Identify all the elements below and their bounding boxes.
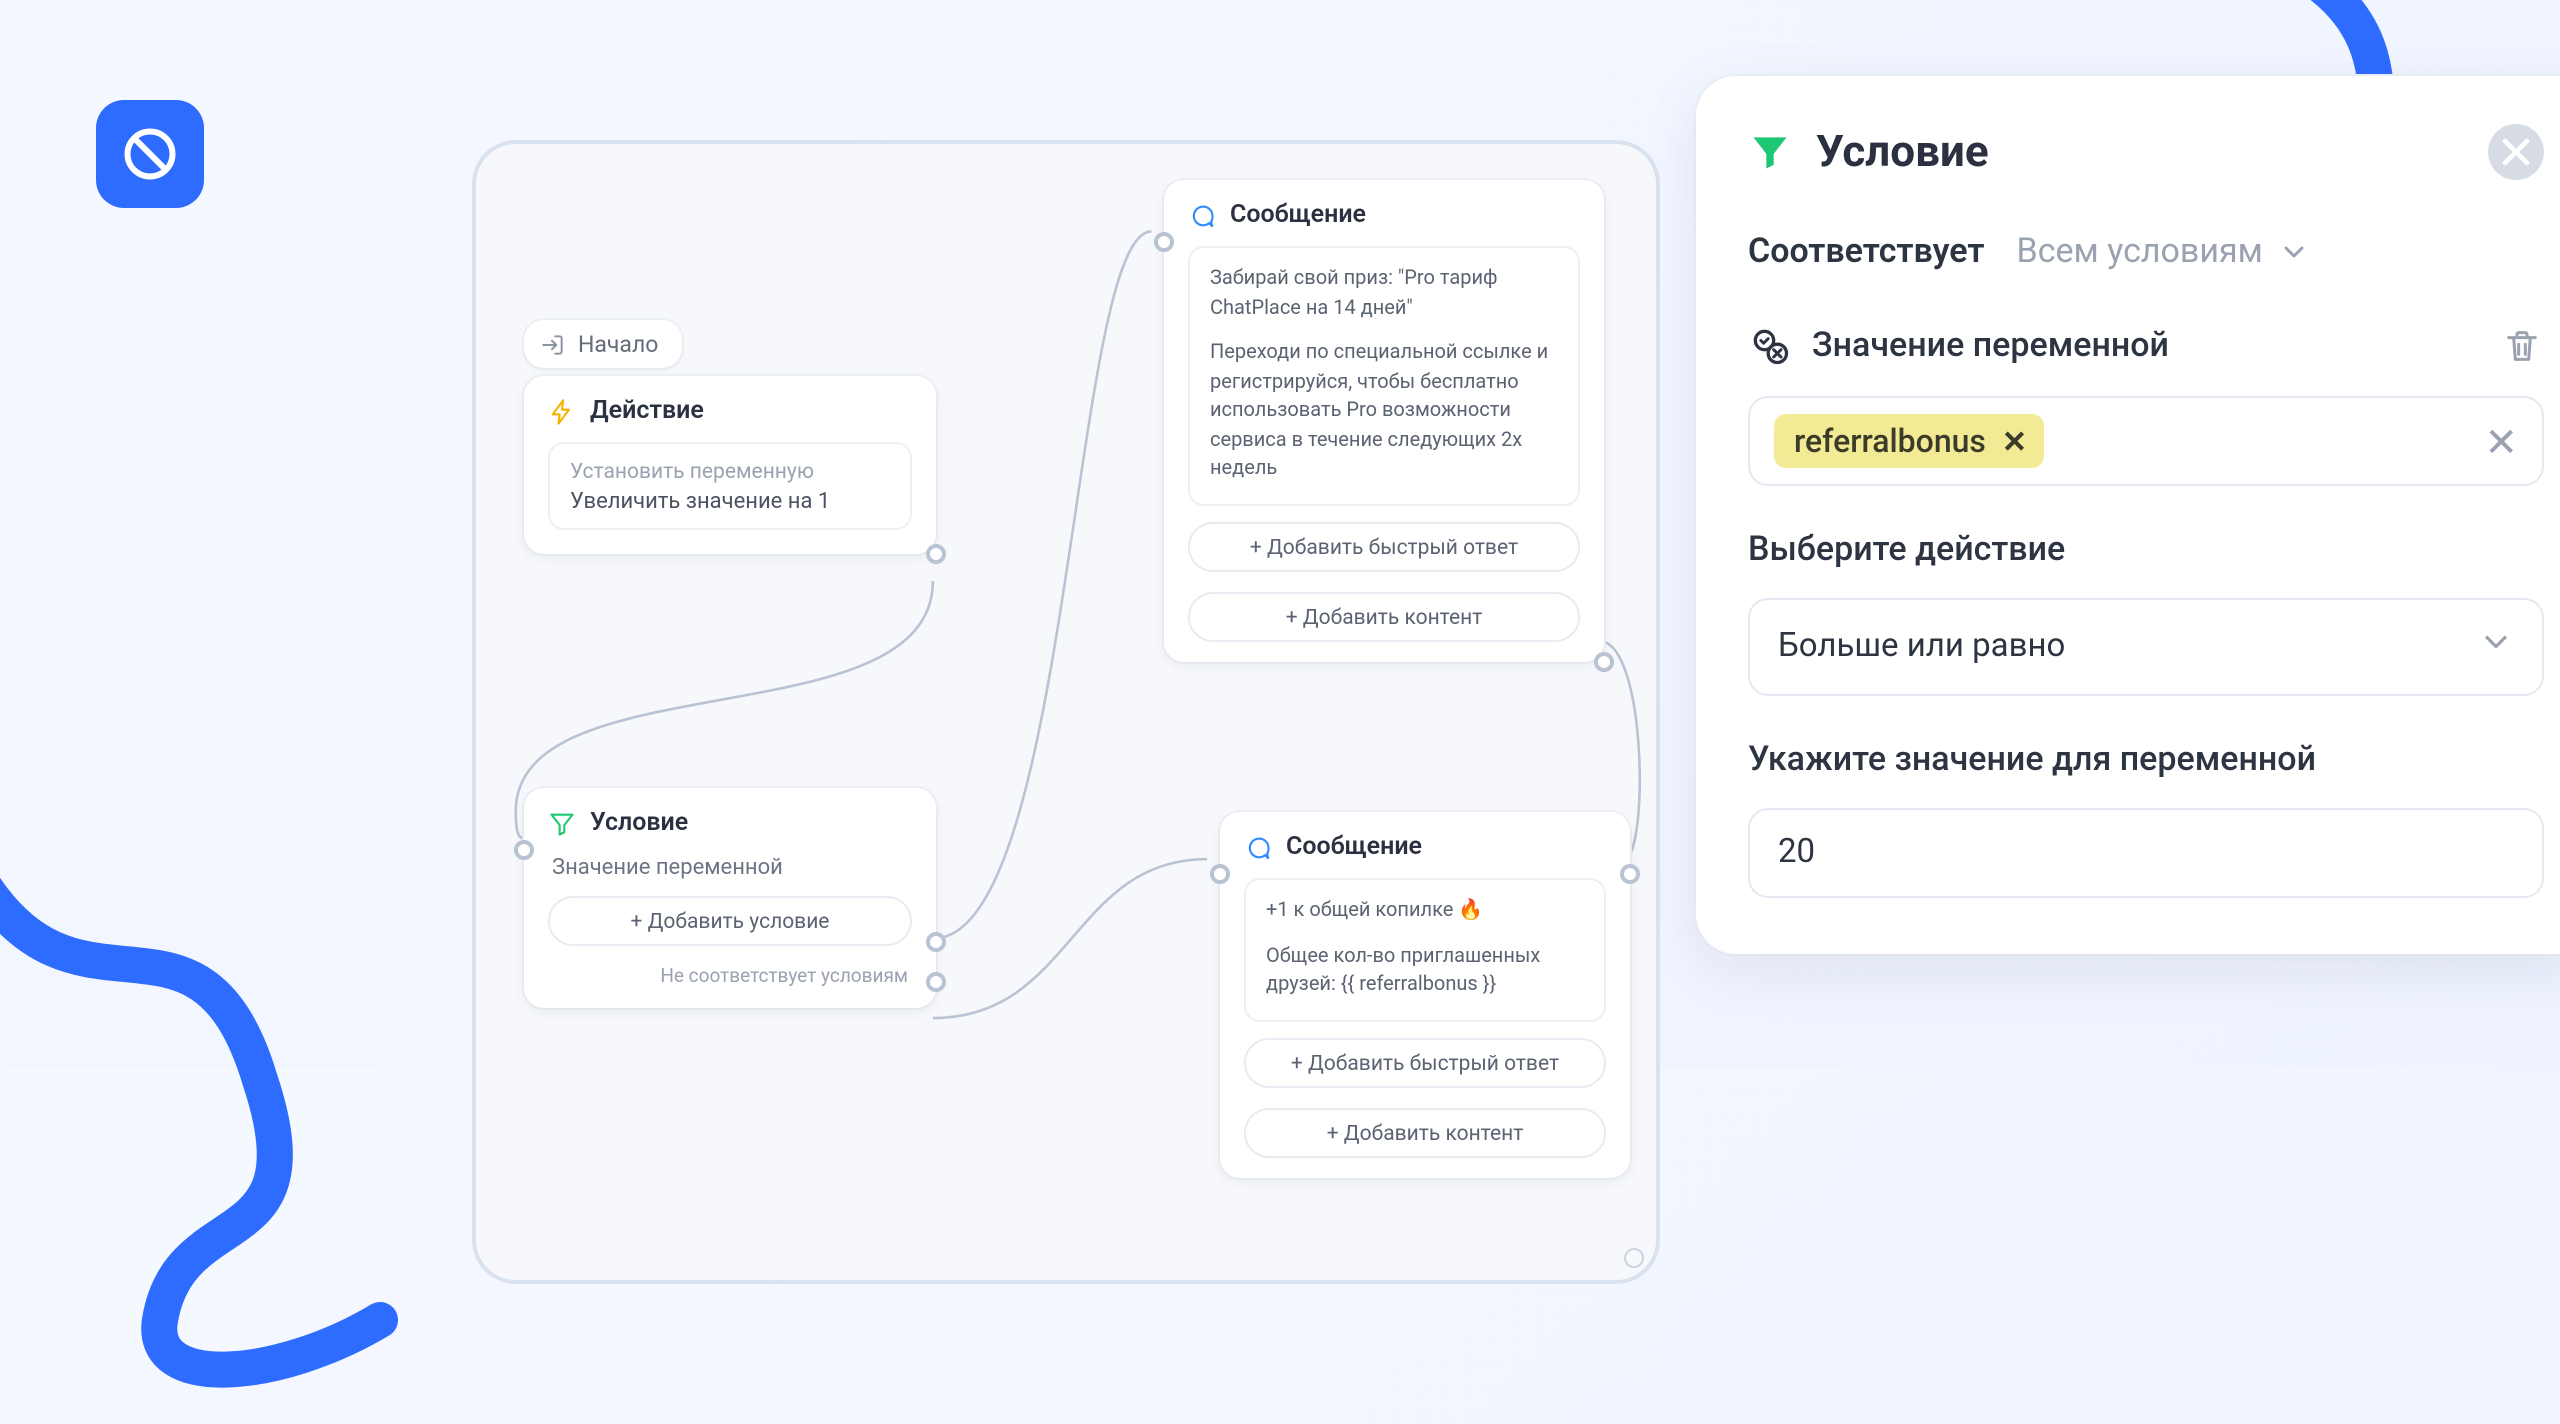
variable-value-icon <box>1748 324 1792 368</box>
trash-icon <box>2502 326 2542 366</box>
chevron-down-icon <box>2279 236 2311 268</box>
action-chip[interactable]: Установить переменную Увеличить значение… <box>548 442 912 530</box>
value-input[interactable] <box>1748 808 2544 898</box>
variable-tag-input[interactable]: referralbonus ✕ ✕ <box>1748 396 2544 486</box>
match-mode-dropdown[interactable]: Всем условиям <box>2017 232 2311 272</box>
delete-condition-button[interactable] <box>2500 324 2544 368</box>
canvas-resize-handle[interactable] <box>1624 1248 1644 1268</box>
condition-fail-label: Не соответствует условиям <box>524 966 936 1008</box>
node-condition[interactable]: Условие Значение переменной + Добавить у… <box>524 788 936 1008</box>
condition-block-title: Значение переменной <box>1812 326 2480 366</box>
action-select-value: Больше или равно <box>1778 628 2065 666</box>
action-section-label: Выберите действие <box>1748 530 2544 570</box>
clear-input-button[interactable]: ✕ <box>2484 417 2518 465</box>
node-message-1[interactable]: Сообщение Забирай свой приз: "Pro тариф … <box>1164 180 1604 661</box>
node-message-2[interactable]: Сообщение +1 к общей копилке 🔥 Общее кол… <box>1220 812 1630 1177</box>
variable-chip: referralbonus ✕ <box>1774 414 2043 468</box>
node-condition-title: Условие <box>590 808 688 838</box>
node-message-title: Сообщение <box>1286 832 1422 862</box>
match-mode-value: Всем условиям <box>2017 232 2263 272</box>
node-condition-subtitle: Значение переменной <box>524 854 936 880</box>
variable-chip-label: referralbonus <box>1794 422 1986 460</box>
message-line: Переходи по специальной ссылке и регистр… <box>1210 340 1558 485</box>
action-chip-main: Увеличить значение на 1 <box>570 488 890 514</box>
value-section-label: Укажите значение для переменной <box>1748 740 2544 780</box>
message-body[interactable]: +1 к общей копилке 🔥 Общее кол-во пригла… <box>1244 878 1606 1021</box>
remove-chip-button[interactable]: ✕ <box>2002 423 2027 459</box>
node-port[interactable] <box>1594 651 1614 671</box>
flow-canvas[interactable]: Начало Действие Установить переменную Ув… <box>472 140 1660 1284</box>
close-icon <box>2494 130 2538 174</box>
bolt-icon <box>548 397 576 425</box>
chat-icon <box>1244 833 1272 861</box>
message-line: Забирай свой приз: "Pro тариф ChatPlace … <box>1210 266 1558 324</box>
node-port[interactable] <box>926 972 946 992</box>
add-content-button[interactable]: + Добавить контент <box>1244 1107 1606 1157</box>
add-condition-button[interactable]: + Добавить условие <box>548 896 912 946</box>
node-action[interactable]: Действие Установить переменную Увеличить… <box>524 376 936 554</box>
message-body[interactable]: Забирай свой приз: "Pro тариф ChatPlace … <box>1188 246 1580 505</box>
node-port[interactable] <box>926 932 946 952</box>
node-message-title: Сообщение <box>1230 200 1366 230</box>
condition-panel: Условие Соответствует Всем условиям Знач… <box>1696 76 2560 954</box>
node-port[interactable] <box>1154 232 1174 252</box>
enter-icon <box>540 331 566 357</box>
action-chip-sub: Установить переменную <box>570 458 890 484</box>
panel-title: Условие <box>1816 127 2464 177</box>
node-port[interactable] <box>926 544 946 564</box>
match-label: Соответствует <box>1748 232 1985 272</box>
node-start-label: Начало <box>578 330 658 358</box>
add-content-button[interactable]: + Добавить контент <box>1188 591 1580 641</box>
node-port[interactable] <box>514 840 534 860</box>
node-port[interactable] <box>1210 864 1230 884</box>
chevron-down-icon <box>2478 624 2514 660</box>
funnel-icon <box>548 809 576 837</box>
message-line: +1 к общей копилке 🔥 <box>1266 898 1584 927</box>
add-quick-reply-button[interactable]: + Добавить быстрый ответ <box>1188 521 1580 571</box>
chat-icon <box>1188 201 1216 229</box>
node-port[interactable] <box>1620 864 1640 884</box>
app-logo <box>96 100 204 208</box>
action-select[interactable]: Больше или равно <box>1748 598 2544 696</box>
funnel-icon <box>1748 130 1792 174</box>
close-button[interactable] <box>2488 124 2544 180</box>
node-action-title: Действие <box>590 396 704 426</box>
node-start[interactable]: Начало <box>524 320 682 368</box>
add-quick-reply-button[interactable]: + Добавить быстрый ответ <box>1244 1037 1606 1087</box>
message-line: Общее кол-во приглашенных друзей: {{ ref… <box>1266 943 1584 1001</box>
decorative-squiggle-left <box>0 800 480 1400</box>
